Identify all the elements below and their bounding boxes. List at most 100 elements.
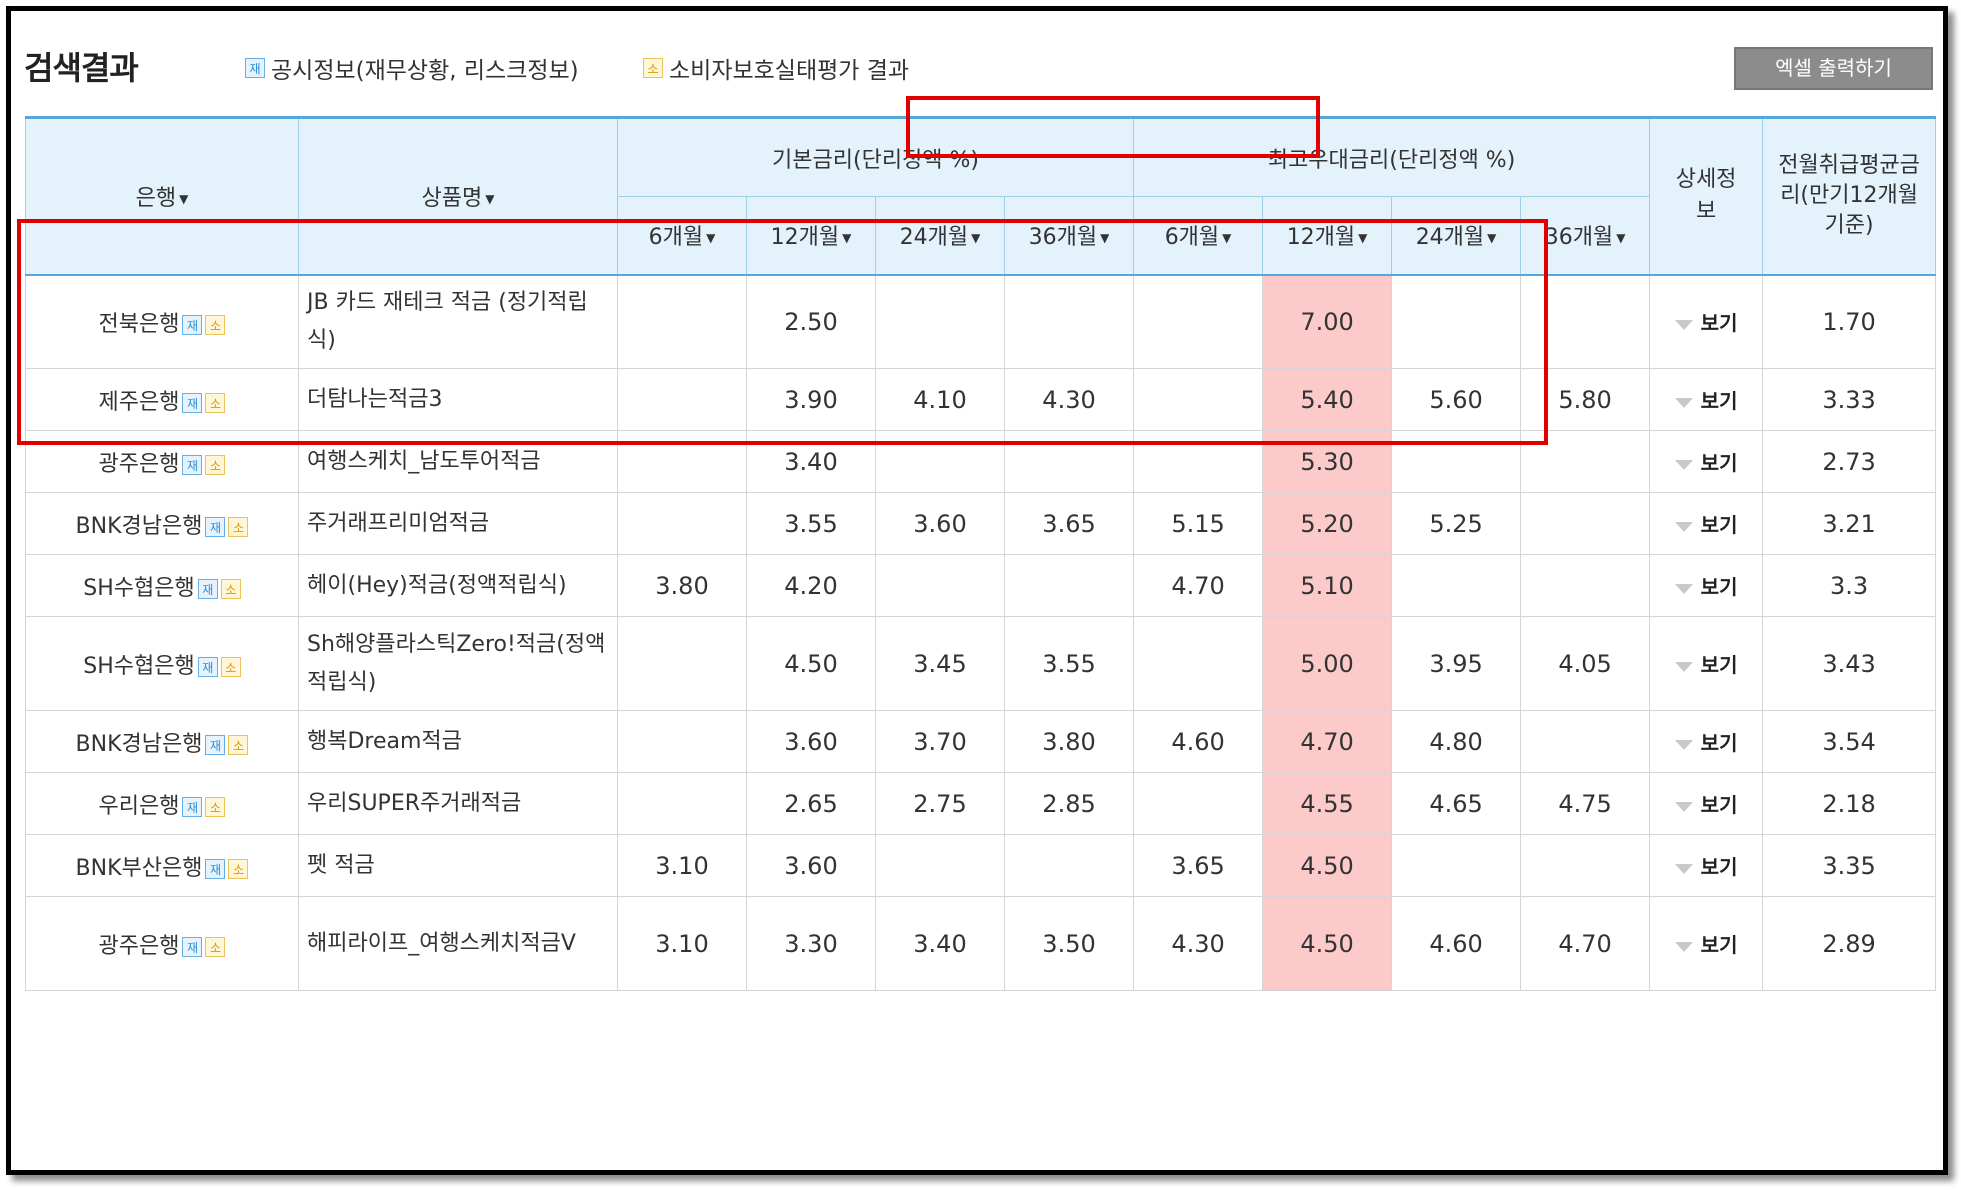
triangle-down-icon	[1674, 319, 1693, 330]
disclosure-badge-icon[interactable]: 재	[205, 516, 226, 537]
rate-b6	[617, 616, 747, 711]
view-detail-button[interactable]: 보기	[1649, 616, 1764, 711]
base-term-1-header[interactable]: 12개월 ▼	[746, 196, 876, 276]
rate-m24	[1391, 834, 1522, 897]
rate-b6: 3.10	[617, 834, 747, 897]
view-detail-button[interactable]: 보기	[1649, 492, 1764, 555]
sort-caret-icon: ▼	[1358, 231, 1368, 246]
view-detail-button[interactable]: 보기	[1649, 710, 1764, 773]
rate-m24: 5.25	[1391, 492, 1522, 555]
bank-cell[interactable]: SH수협은행 재 소	[25, 554, 299, 617]
rate-b36: 3.65	[1003, 492, 1135, 555]
base-term-2-header[interactable]: 24개월 ▼	[875, 196, 1005, 276]
consumer-badge-icon[interactable]: 소	[220, 578, 241, 599]
sort-caret-icon: ▼	[1100, 231, 1110, 246]
bank-cell[interactable]: 광주은행 재 소	[25, 430, 299, 493]
sort-caret-icon: ▼	[1616, 231, 1626, 246]
view-detail-button[interactable]: 보기	[1649, 554, 1764, 617]
table-row: 전북은행 재 소 JB 카드 재테크 적금 (정기적립식) 2.50 7.00 보기 1.70	[25, 274, 1937, 369]
view-detail-button[interactable]: 보기	[1649, 368, 1764, 431]
product-name: 더탐나는적금3	[298, 368, 618, 431]
disclosure-badge-icon[interactable]: 재	[182, 936, 203, 957]
rate-b12: 3.40	[746, 430, 876, 493]
bank-name: 제주은행	[98, 389, 180, 415]
bank-cell[interactable]: 전북은행 재 소	[25, 274, 299, 369]
avg-rate: 3.43	[1762, 616, 1937, 711]
consumer-badge-icon[interactable]: 소	[205, 454, 226, 475]
consumer-badge-icon[interactable]: 소	[228, 516, 249, 537]
avg-rate: 3.21	[1762, 492, 1937, 555]
rate-m36: 4.70	[1520, 896, 1651, 991]
bank-cell[interactable]: 광주은행 재 소	[25, 896, 299, 991]
rate-b12: 3.60	[746, 834, 876, 897]
rate-m12: 5.40	[1262, 368, 1393, 431]
legend-disclosure-label: 공시정보(재무상황, 리스크정보)	[271, 58, 579, 84]
bank-cell[interactable]: BNK부산은행 재 소	[25, 834, 299, 897]
rate-m6: 3.65	[1133, 834, 1264, 897]
view-detail-button[interactable]: 보기	[1649, 430, 1764, 493]
detail-column-header: 상세정보	[1649, 116, 1764, 276]
triangle-down-icon	[1674, 459, 1693, 470]
disclosure-badge-icon[interactable]: 재	[182, 314, 203, 335]
view-detail-button[interactable]: 보기	[1649, 772, 1764, 835]
disclosure-badge-icon[interactable]: 재	[182, 796, 203, 817]
product-column-header[interactable]: 상품명 ▼	[298, 116, 618, 276]
bank-cell[interactable]: BNK경남은행 재 소	[25, 710, 299, 773]
avg-rate: 2.73	[1762, 430, 1937, 493]
consumer-badge-icon[interactable]: 소	[205, 796, 226, 817]
view-detail-button[interactable]: 보기	[1649, 834, 1764, 897]
consumer-badge-icon[interactable]: 소	[205, 392, 226, 413]
view-label: 보기	[1700, 575, 1738, 599]
rate-b6	[617, 430, 747, 493]
rate-m12: 7.00	[1262, 274, 1393, 369]
bank-cell[interactable]: BNK경남은행 재 소	[25, 492, 299, 555]
bank-name: BNK경남은행	[75, 731, 203, 757]
disclosure-badge-icon[interactable]: 재	[205, 858, 226, 879]
rate-b12: 3.60	[746, 710, 876, 773]
base-term-0-header[interactable]: 6개월 ▼	[617, 196, 747, 276]
avg-rate: 2.89	[1762, 896, 1937, 991]
max-term-2-header[interactable]: 24개월 ▼	[1391, 196, 1522, 276]
rate-m36: 5.80	[1520, 368, 1651, 431]
rate-b24: 3.60	[875, 492, 1005, 555]
max-term-0-header[interactable]: 6개월 ▼	[1133, 196, 1264, 276]
legend-consumer: 소 소비자보호실태평가 결과	[643, 51, 909, 85]
rate-b24: 2.75	[875, 772, 1005, 835]
bank-name: 광주은행	[98, 451, 180, 477]
excel-export-button[interactable]: 엑셀 출력하기	[1734, 47, 1933, 90]
table-row: 광주은행 재 소 해피라이프_여행스케치적금V 3.10 3.30 3.40 3.50 4.30…	[25, 896, 1937, 991]
bank-column-header[interactable]: 은행 ▼	[25, 116, 299, 276]
base-term-3-header[interactable]: 36개월 ▼	[1003, 196, 1135, 276]
bank-name: 우리은행	[98, 793, 180, 819]
consumer-badge-icon[interactable]: 소	[205, 314, 226, 335]
bank-cell[interactable]: 우리은행 재 소	[25, 772, 299, 835]
disclosure-badge-icon[interactable]: 재	[205, 734, 226, 755]
bank-cell[interactable]: 제주은행 재 소	[25, 368, 299, 431]
avg-rate-column-header: 전월취급평균금리(만기12개월기준)	[1762, 116, 1937, 276]
bank-cell[interactable]: SH수협은행 재 소	[25, 616, 299, 711]
rate-b6	[617, 274, 747, 369]
view-detail-button[interactable]: 보기	[1649, 896, 1764, 991]
rate-b6: 3.10	[617, 896, 747, 991]
rate-m12: 5.00	[1262, 616, 1393, 711]
rate-m12: 4.50	[1262, 896, 1393, 991]
max-term-1-header[interactable]: 12개월 ▼	[1262, 196, 1393, 276]
consumer-badge-icon[interactable]: 소	[220, 656, 241, 677]
rate-b36	[1003, 274, 1135, 369]
consumer-badge-icon[interactable]: 소	[228, 734, 249, 755]
page-title: 검색결과	[24, 49, 139, 87]
rate-b24: 3.40	[875, 896, 1005, 991]
view-detail-button[interactable]: 보기	[1649, 274, 1764, 369]
disclosure-badge-icon[interactable]: 재	[182, 454, 203, 475]
triangle-down-icon	[1674, 863, 1693, 874]
consumer-badge-icon[interactable]: 소	[205, 936, 226, 957]
consumer-badge-icon[interactable]: 소	[228, 858, 249, 879]
rate-m12: 5.30	[1262, 430, 1393, 493]
rate-m24: 3.95	[1391, 616, 1522, 711]
rate-b24	[875, 554, 1005, 617]
disclosure-badge-icon[interactable]: 재	[182, 392, 203, 413]
disclosure-badge-icon[interactable]: 재	[197, 578, 218, 599]
disclosure-badge-icon[interactable]: 재	[197, 656, 218, 677]
bank-name: 전북은행	[98, 311, 180, 337]
max-term-3-header[interactable]: 36개월 ▼	[1520, 196, 1651, 276]
